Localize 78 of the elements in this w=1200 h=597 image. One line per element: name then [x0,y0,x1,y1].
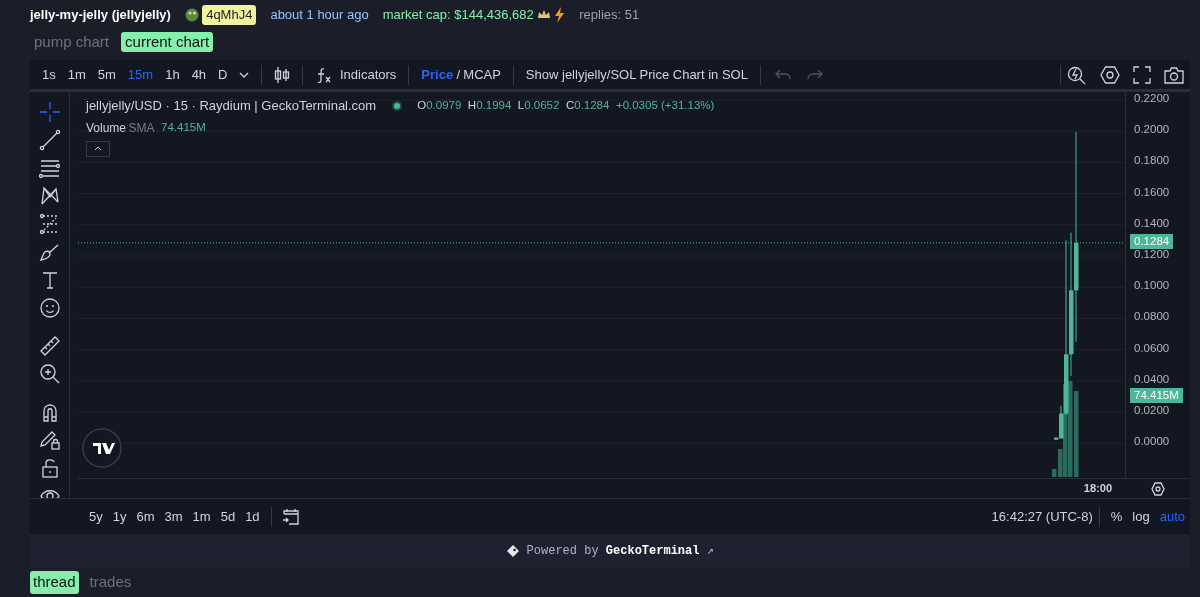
pencil-lock-icon[interactable] [38,429,61,451]
range-button[interactable]: 1m [187,506,216,527]
scale-option[interactable]: log [1127,506,1155,527]
interval-tab[interactable]: 1m [61,64,92,85]
range-button[interactable]: 5d [215,506,241,527]
ohlc-value: H0.1994 [467,98,512,114]
trend-line-icon[interactable] [38,129,61,151]
slash-separator: / [456,65,461,84]
pattern-icon[interactable] [38,185,61,207]
age-text: about 1 hour ago [270,6,369,25]
price-mode-option[interactable]: Price [421,64,454,85]
crown-icon [537,9,552,21]
smiley-icon[interactable] [38,297,61,319]
search-icon[interactable] [1066,64,1087,85]
interval-tab[interactable]: 5m [91,64,122,85]
range-button[interactable]: 3m [159,506,188,527]
ruler-icon[interactable] [38,335,61,357]
volume-label: Volume [86,119,127,137]
volume-ma-label: SMA [128,119,155,137]
lightning-icon [554,7,566,23]
price-axis-label: 0.2000 [1134,123,1170,137]
price-axis-label: 0.1000 [1134,279,1170,293]
chart-tab[interactable]: current chart [121,32,214,52]
ohlc-value: C0.1284 [565,98,610,114]
fullscreen-icon[interactable] [1132,65,1151,84]
horizontal-lines-icon[interactable] [38,157,61,179]
clock-text: 16:42:27 (UTC-8) [991,507,1093,526]
token-name[interactable]: jelly-my-jelly (jellyjelly) [30,5,171,25]
calendar-icon[interactable] [281,507,300,526]
range-button[interactable]: 6m [131,506,160,527]
volume-value: 74.415M [161,119,206,135]
frog-icon [184,8,199,22]
chevron-up-icon [94,146,102,152]
range-button[interactable]: 5y [84,506,108,527]
candles-icon[interactable] [274,65,291,84]
sol-chart-toggle[interactable]: Show jellyjelly/SOL Price Chart in SOL [519,64,754,85]
crosshair-icon[interactable] [38,101,61,123]
zoom-in-icon[interactable] [38,363,61,385]
ticker-badge[interactable]: 4qMhJ4 [202,5,257,25]
settings-icon[interactable] [1099,64,1120,85]
replies-count: replies: 51 [579,6,640,25]
scale-option[interactable]: auto [1154,506,1190,527]
price-axis-label: 0.0800 [1134,310,1170,324]
powered-by-link[interactable]: Powered by GeckoTerminal ↗ [526,541,714,560]
price-axis-label: 0.1200 [1134,248,1170,262]
price-axis-label: 0.0000 [1134,435,1170,449]
volume-tag: 74.415M [1130,388,1183,403]
change-value: +0.0305 (+31.13%) [615,98,715,114]
interval-tab[interactable]: 1h [159,64,186,85]
chevron-down-icon[interactable] [239,70,250,79]
interval-tab[interactable]: 1s [36,64,62,85]
range-button[interactable]: 1y [107,506,132,527]
interval-tab[interactable]: 15m [121,64,160,85]
interval-tab[interactable]: 4h [185,64,213,85]
price-axis-label: 0.2200 [1134,92,1170,106]
price-axis-label: 0.0400 [1134,372,1170,386]
market-cap-text: market cap: $144,436,682 [382,6,534,25]
price-axis-label: 0.1400 [1134,216,1170,230]
scale-option[interactable]: % [1105,506,1128,527]
price-mode-option[interactable]: MCAP [463,64,501,85]
price-axis-label: 0.1600 [1134,185,1170,199]
price-axis-label: 0.1800 [1134,154,1170,168]
chart-symbol: jellyjelly/USD · 15 · Raydium | GeckoTerminal.com [86,97,377,115]
settings-icon[interactable] [1150,481,1165,496]
interval-tab[interactable]: D [212,64,234,85]
ohlc-value: O0.0979 [417,98,462,114]
time-axis-label: 18:00 [1083,481,1112,497]
price-axis-label: 0.0200 [1134,403,1170,417]
range-button[interactable]: 1d [240,506,265,527]
thread-tab[interactable]: thread [30,571,79,594]
price-axis-label: 0.0600 [1134,341,1170,355]
camera-icon[interactable] [1163,65,1184,84]
last-price-tag: 0.1284 [1130,234,1174,250]
gecko-icon [506,543,521,558]
indicators-button[interactable]: Indicators [309,64,403,85]
status-dot-icon [390,99,403,112]
ohlc-value: L0.0652 [517,98,560,114]
tradingview-logo-icon[interactable] [82,428,122,468]
